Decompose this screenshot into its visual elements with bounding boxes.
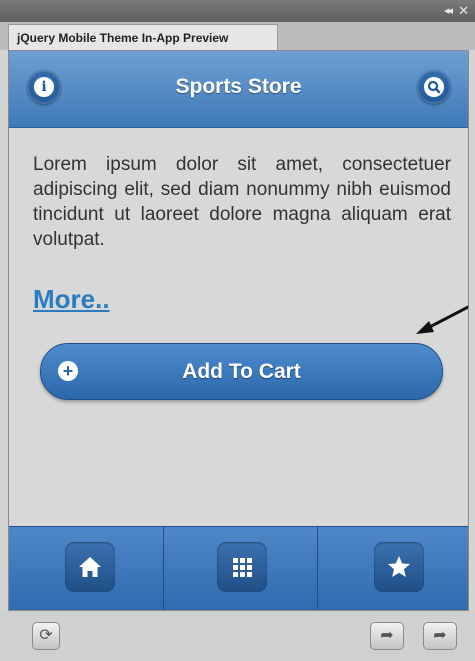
refresh-button[interactable]: ⟳ xyxy=(32,622,60,650)
add-to-cart-label: Add To Cart xyxy=(182,360,301,383)
search-button[interactable] xyxy=(417,70,451,104)
navbar-item-grid[interactable] xyxy=(164,527,318,610)
window-title-strip: ◂◂ ✕ xyxy=(0,0,475,22)
preview-panel: i Sports Store Lorem ipsum dolor sit ame… xyxy=(8,50,469,611)
star-icon xyxy=(374,542,424,592)
bottom-toolbar: ⟳ ➦ ➦ xyxy=(0,611,475,661)
tab-theme-preview[interactable]: jQuery Mobile Theme In-App Preview xyxy=(8,24,278,50)
more-link[interactable]: More.. xyxy=(33,284,110,315)
navbar-item-home[interactable] xyxy=(9,527,164,610)
add-to-cart-button[interactable]: + Add To Cart xyxy=(40,343,443,400)
annotation-arrow xyxy=(416,305,468,334)
body-paragraph: Lorem ipsum dolor sit amet, consectetuer… xyxy=(33,154,451,250)
grid-icon xyxy=(217,542,267,592)
export-button[interactable]: ➦ xyxy=(370,622,404,650)
share-button[interactable]: ➦ xyxy=(423,622,457,650)
home-icon xyxy=(65,542,115,592)
page-title: Sports Store xyxy=(175,75,302,98)
navbar-item-favorites[interactable] xyxy=(318,527,468,610)
collapse-panel-button[interactable]: ◂◂ xyxy=(444,4,453,17)
close-panel-button[interactable]: ✕ xyxy=(458,3,469,19)
search-icon xyxy=(424,77,444,97)
tab-bar: jQuery Mobile Theme In-App Preview xyxy=(0,22,475,50)
app-header: i Sports Store xyxy=(9,51,468,128)
bottom-navbar xyxy=(9,526,468,610)
